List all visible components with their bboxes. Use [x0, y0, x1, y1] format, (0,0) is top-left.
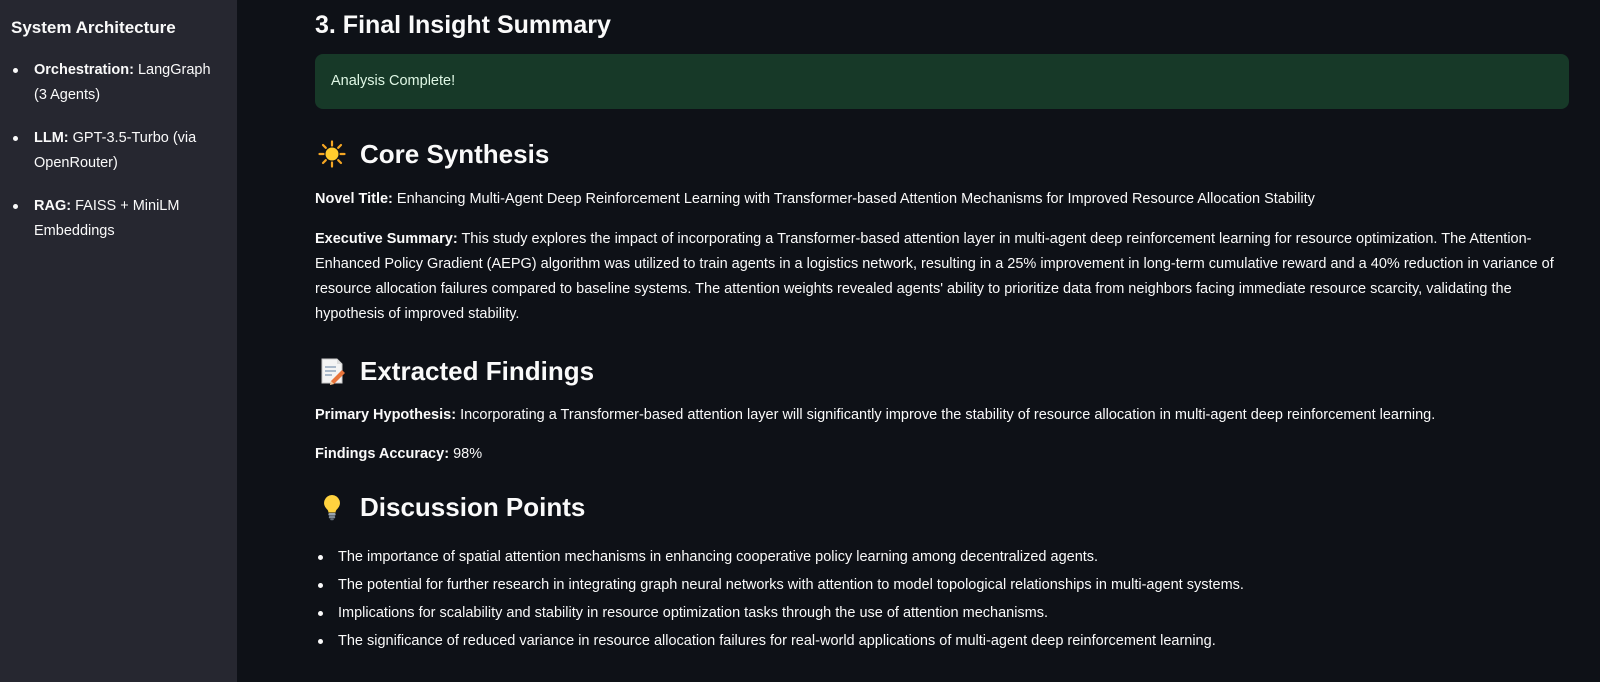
field-label: Findings Accuracy:: [315, 446, 450, 462]
item-label: RAG:: [34, 198, 72, 214]
main-content: 3. Final Insight Summary Analysis Comple…: [315, 0, 1569, 655]
field-value: This study explores the impact of incorp…: [315, 231, 1554, 322]
architecture-list: Orchestration: LangGraph (3 Agents) LLM:…: [11, 58, 226, 244]
list-item-orchestration: Orchestration: LangGraph (3 Agents): [11, 58, 221, 108]
field-label: Executive Summary:: [315, 231, 458, 247]
field-value: Enhancing Multi-Agent Deep Reinforcement…: [396, 191, 1315, 207]
section-title: Extracted Findings: [360, 355, 595, 386]
section-title: Discussion Points: [360, 491, 586, 522]
section-title: Core Synthesis: [360, 138, 550, 169]
page-title: 3. Final Insight Summary: [315, 11, 611, 39]
sidebar: System Architecture Orchestration: LangG…: [0, 0, 237, 682]
extracted-findings-heading: Extracted Findings: [315, 351, 1569, 391]
discussion-points-heading: Discussion Points: [315, 487, 1569, 527]
item-label: Orchestration:: [34, 62, 134, 78]
field-label: Novel Title:: [315, 191, 393, 207]
list-item-rag: RAG: FAISS + MiniLM Embeddings: [11, 194, 221, 244]
glowing-star-icon: [318, 140, 346, 168]
executive-summary: Executive Summary: This study explores t…: [315, 227, 1569, 327]
list-item: The potential for further research in in…: [315, 571, 1569, 599]
item-label: LLM:: [34, 130, 69, 146]
findings-accuracy: Findings Accuracy: 98%: [315, 442, 1569, 467]
novel-title: Novel Title: Enhancing Multi-Agent Deep …: [315, 187, 1569, 212]
field-value: Incorporating a Transformer-based attent…: [460, 407, 1436, 423]
sidebar-title: System Architecture: [11, 18, 176, 37]
list-item: The importance of spatial attention mech…: [315, 543, 1569, 571]
discussion-list: The importance of spatial attention mech…: [315, 543, 1569, 655]
list-item: Implications for scalability and stabili…: [315, 599, 1569, 627]
list-item-llm: LLM: GPT-3.5-Turbo (via OpenRouter): [11, 126, 221, 176]
field-value: 98%: [453, 446, 483, 462]
memo-icon: [318, 357, 346, 385]
success-alert: Analysis Complete!: [315, 54, 1569, 109]
primary-hypothesis: Primary Hypothesis: Incorporating a Tran…: [315, 403, 1569, 428]
field-label: Primary Hypothesis:: [315, 407, 457, 423]
light-bulb-icon: [318, 493, 346, 521]
core-synthesis-heading: Core Synthesis: [315, 134, 1569, 174]
list-item: The significance of reduced variance in …: [315, 627, 1569, 655]
